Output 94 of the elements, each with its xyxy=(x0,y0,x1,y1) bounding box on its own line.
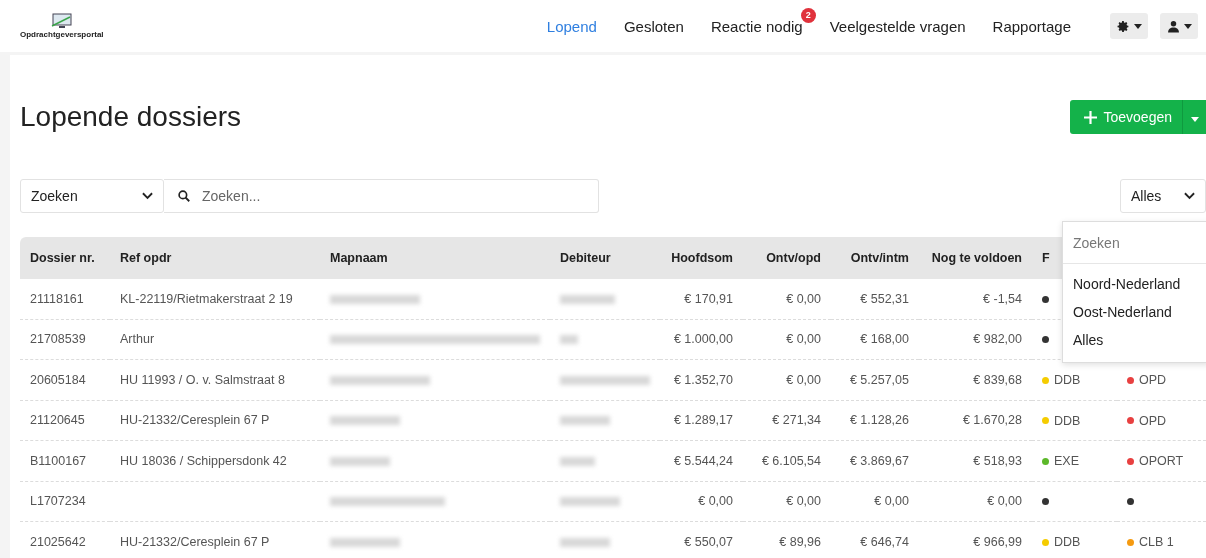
reference-text: HU-21332/Ceresplein 67 P xyxy=(120,413,270,428)
column-header: Ontv/intm xyxy=(831,237,919,279)
caret-icon xyxy=(1133,23,1142,29)
status-label: DDB xyxy=(1054,535,1081,549)
redacted-text xyxy=(560,294,615,304)
plus-icon xyxy=(1084,110,1098,124)
reference-text: HU 18036 / Schippersdonk 42 xyxy=(120,453,287,468)
amount-text: € 646,74 xyxy=(860,534,909,549)
dossier-number: 20605184 xyxy=(30,372,86,387)
nav-link[interactable]: Rapportage xyxy=(992,17,1071,35)
settings-button[interactable] xyxy=(1110,13,1148,39)
page-title: Lopende dossiers xyxy=(20,101,242,133)
column-header: Dossier nr. xyxy=(20,237,110,279)
search-field-select[interactable]: Zoeken xyxy=(20,179,164,213)
redacted-text xyxy=(560,537,610,547)
redacted-text xyxy=(560,416,610,426)
column-header: Hoofdsom xyxy=(660,237,743,279)
column-header: Debiteur xyxy=(550,237,660,279)
amount-text: € -1,54 xyxy=(983,291,1022,306)
amount-text: € 1.670,28 xyxy=(962,413,1022,428)
status-label: DDB xyxy=(1054,413,1081,428)
amount-text: € 518,93 xyxy=(973,453,1022,468)
redacted-text xyxy=(330,416,400,426)
redacted-text xyxy=(560,497,620,507)
menu-option[interactable]: Oost-Nederland xyxy=(1063,298,1206,326)
user-icon xyxy=(1166,19,1180,33)
chevron-down-icon xyxy=(142,192,153,200)
amount-text: € 839,68 xyxy=(973,372,1022,387)
amount-text: € 170,91 xyxy=(684,291,733,306)
user-menu-button[interactable] xyxy=(1160,13,1198,39)
amount-text: € 1.289,17 xyxy=(673,413,733,428)
search-field[interactable]: Zoeken... xyxy=(164,179,599,213)
amount-text: € 271,34 xyxy=(772,413,821,428)
menu-search-field[interactable]: Zoeken xyxy=(1063,222,1206,264)
amount-text: € 0,00 xyxy=(786,291,821,306)
dropdown-toggle[interactable] xyxy=(1182,100,1206,134)
monitor-logo-icon xyxy=(49,13,74,29)
dossier-number: B1100167 xyxy=(30,453,87,468)
settings-icon xyxy=(1116,19,1130,33)
amount-text: € 0,00 xyxy=(786,372,821,387)
reference-text: HU 11993 / O. v. Salmstraat 8 xyxy=(120,372,285,387)
redacted-text xyxy=(330,537,400,547)
nav-link[interactable]: Lopend xyxy=(546,17,597,35)
dossier-number: 21120645 xyxy=(30,413,85,428)
amount-text: € 0,00 xyxy=(786,332,821,347)
menu-option[interactable]: Alles xyxy=(1063,326,1206,354)
chevron-down-icon xyxy=(1184,192,1195,200)
amount-text: € 982,00 xyxy=(973,332,1022,347)
amount-text: € 0,00 xyxy=(987,494,1022,509)
amount-text: € 3.869,67 xyxy=(849,453,909,468)
search-icon xyxy=(178,190,190,202)
redacted-text xyxy=(560,335,578,345)
region-dropdown-menu[interactable]: Zoeken Noord-Nederland Oost-Nederland Alles xyxy=(1062,221,1206,363)
reference-text: HU-21332/Ceresplein 67 P xyxy=(120,534,270,549)
status-label: CLB 1 xyxy=(1139,535,1174,549)
dossier-number: L1707234 xyxy=(30,494,86,509)
amount-text: € 168,00 xyxy=(860,332,909,347)
amount-text: € 550,07 xyxy=(684,534,733,549)
status-label: OPORT xyxy=(1139,454,1184,468)
status-label: OPD xyxy=(1139,413,1167,428)
amount-text: € 5.544,24 xyxy=(673,453,733,468)
amount-text: € 966,99 xyxy=(973,534,1022,549)
reference-text: Arthur xyxy=(120,332,155,347)
dossier-number: 21118161 xyxy=(30,291,84,306)
reference-text: KL-22119/Rietmakerstraat 2 19 xyxy=(120,291,293,306)
notification-badge: 2 xyxy=(800,7,816,23)
status-label: EXE xyxy=(1054,454,1079,468)
amount-text: € 0,00 xyxy=(874,494,909,509)
nav-link[interactable]: Veelgestelde vragen xyxy=(829,17,966,35)
column-header: Ref opdr xyxy=(110,237,320,279)
amount-text: € 6.105,54 xyxy=(761,453,821,468)
dossier-number: 21708539 xyxy=(30,332,86,347)
amount-text: € 0,00 xyxy=(786,494,821,509)
status-label: OPD xyxy=(1139,373,1167,387)
redacted-text xyxy=(330,456,390,466)
amount-text: € 89,96 xyxy=(779,534,821,549)
amount-text: € 1.000,00 xyxy=(673,332,733,347)
dossier-number: 21025642 xyxy=(30,534,86,549)
redacted-text xyxy=(560,456,595,466)
nav-link[interactable]: Reactie nodig xyxy=(710,17,803,35)
nav-link[interactable]: Gesloten xyxy=(623,17,684,35)
amount-text: € 1.128,26 xyxy=(849,413,909,428)
region-select[interactable]: Alles xyxy=(1120,179,1206,213)
caret-icon xyxy=(1183,23,1192,29)
column-header: Nog te voldoen xyxy=(919,237,1032,279)
amount-text: € 1.352,70 xyxy=(673,372,733,387)
amount-text: € 552,31 xyxy=(860,291,909,306)
amount-text: € 0,00 xyxy=(698,494,733,509)
caret-icon xyxy=(1190,116,1199,122)
amount-text: € 5.257,05 xyxy=(849,372,909,387)
column-header: Mapnaam xyxy=(320,237,550,279)
status-label: DDB xyxy=(1054,373,1081,387)
column-header: Ontv/opd xyxy=(743,237,831,279)
logo-text[interactable]: Opdrachtgeversportal xyxy=(20,30,104,39)
